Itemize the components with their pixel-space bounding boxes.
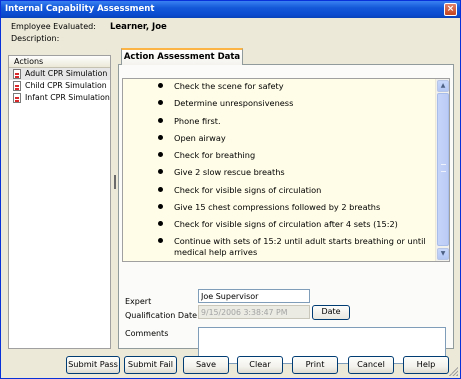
scroll-up-icon[interactable]: ▲ — [437, 80, 449, 92]
help-button[interactable]: Help — [403, 356, 449, 374]
bullet-icon — [158, 186, 163, 192]
tab-area: Check the scene for safety Determine unr… — [118, 48, 454, 364]
bullet-list: Check the scene for safety Determine unr… — [123, 81, 435, 261]
scroll-thumb[interactable] — [437, 93, 449, 246]
expert-label: Expert — [125, 297, 152, 306]
bullet-icon — [158, 152, 163, 158]
document-icon — [13, 69, 21, 79]
step-text: Open airway — [174, 132, 226, 143]
bullet-icon — [158, 169, 163, 175]
list-item: Phone first. — [123, 116, 435, 126]
step-text: Check for visible signs of circulation — [174, 184, 322, 195]
step-text: Continue with sets of 15:2 until adult s… — [174, 235, 426, 257]
step-text: Give 2 slow rescue breaths — [174, 167, 285, 178]
scroll-down-icon[interactable]: ▼ — [437, 248, 449, 260]
expert-field[interactable] — [198, 289, 310, 303]
employee-name: Learner, Joe — [110, 22, 167, 32]
bullet-icon — [158, 100, 163, 106]
list-item: Check for visible signs of circulation — [123, 185, 435, 195]
action-item-child-cpr[interactable]: Child CPR Simulation — [9, 80, 110, 92]
actions-panel: Actions Adult CPR Simulation Child CPR S… — [8, 55, 111, 349]
steps-list[interactable]: Check the scene for safety Determine unr… — [122, 78, 450, 262]
list-item: Continue with sets of 15:2 until adult s… — [123, 236, 435, 258]
action-item-adult-cpr[interactable]: Adult CPR Simulation — [9, 68, 110, 80]
clear-button[interactable]: Clear — [237, 356, 283, 374]
panel-splitter[interactable] — [113, 55, 117, 349]
submit-fail-button[interactable]: Submit Fail — [124, 356, 177, 374]
action-item-label: Adult CPR Simulation — [25, 69, 108, 78]
bullet-icon — [158, 134, 163, 140]
cancel-button[interactable]: Cancel — [348, 356, 394, 374]
step-text: Phone first. — [174, 115, 221, 126]
action-item-infant-cpr[interactable]: Infant CPR Simulation — [9, 92, 110, 104]
submit-pass-button[interactable]: Submit Pass — [66, 356, 120, 374]
print-button[interactable]: Print — [292, 356, 338, 374]
date-button[interactable]: Date — [312, 305, 350, 320]
qualification-date-field — [198, 305, 310, 319]
step-text: Check for visible signs of circulation a… — [174, 219, 398, 230]
window-title: Internal Capability Assessment — [5, 4, 155, 14]
bullet-icon — [158, 237, 163, 243]
list-item: Give 15 chest compressions followed by 2… — [123, 202, 435, 212]
window-titlebar[interactable]: Internal Capability Assessment × — [1, 1, 460, 18]
step-text: Check for breathing — [174, 150, 256, 161]
action-item-label: Infant CPR Simulation — [25, 93, 110, 102]
document-icon — [13, 93, 21, 103]
description-label: Description: — [11, 34, 60, 43]
save-button[interactable]: Save — [183, 356, 229, 374]
action-item-label: Child CPR Simulation — [25, 81, 107, 90]
tab-content-panel: Check the scene for safety Determine unr… — [118, 64, 454, 364]
vertical-scrollbar[interactable]: ▲ ▼ — [435, 79, 449, 261]
step-text: Check the scene for safety — [174, 81, 284, 91]
comments-label: Comments — [125, 329, 169, 338]
step-text: Determine unresponsiveness — [174, 98, 294, 109]
list-item: Check for breathing — [123, 150, 435, 160]
resize-grip-icon[interactable] — [448, 366, 458, 376]
qualification-date-label: Qualification Date — [125, 311, 198, 320]
actions-header: Actions — [9, 56, 110, 68]
list-item: Give 2 slow rescue breaths — [123, 167, 435, 177]
list-item: Open airway — [123, 133, 435, 143]
assessment-dialog: Internal Capability Assessment × Employe… — [0, 0, 461, 379]
employee-label: Employee Evaluated: — [11, 22, 96, 31]
list-item: Check for visible signs of circulation a… — [123, 219, 435, 229]
list-item: Check the scene for safety — [123, 81, 435, 91]
bullet-icon — [158, 221, 163, 227]
list-item: Determine unresponsiveness — [123, 98, 435, 108]
bullet-icon — [158, 204, 163, 210]
document-icon — [13, 81, 21, 91]
grip-icon — [441, 164, 446, 172]
bullet-icon — [158, 83, 163, 88]
bullet-icon — [158, 117, 163, 123]
step-text: Give 15 chest compressions followed by 2… — [174, 202, 381, 213]
close-icon[interactable]: × — [444, 3, 457, 16]
tab-action-assessment-data[interactable]: Action Assessment Data — [121, 48, 243, 65]
